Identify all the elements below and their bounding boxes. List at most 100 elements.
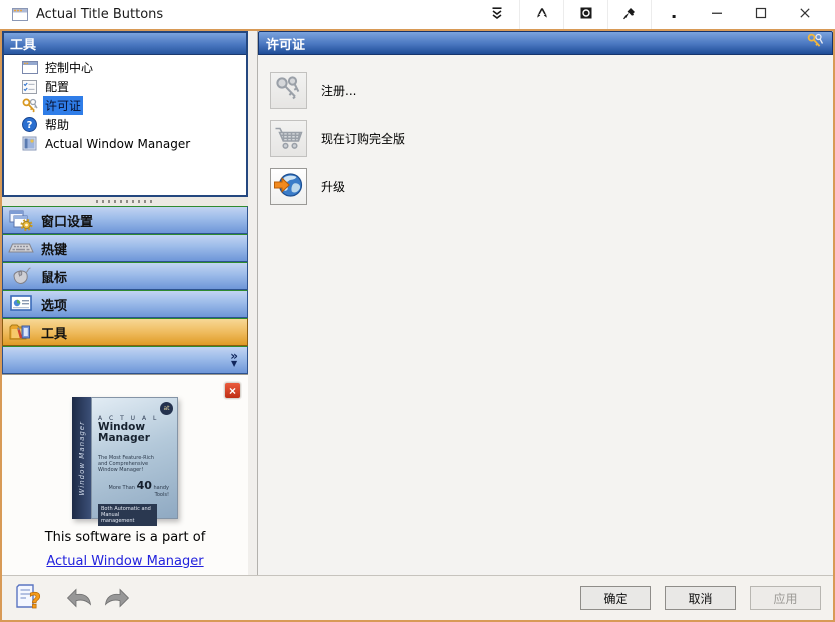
checklist-icon: [21, 80, 38, 94]
globe-upgrade-icon: [273, 169, 305, 204]
accordion-label: 选项: [41, 295, 67, 314]
panel-divider: [248, 31, 258, 575]
order-button[interactable]: [270, 120, 307, 157]
close-x-icon: ×: [229, 384, 236, 398]
app-window: Actual Title Buttons: [0, 0, 835, 622]
accordion-more-button[interactable]: » ▼: [2, 346, 248, 374]
close-button[interactable]: [783, 0, 827, 29]
mouse-icon: [8, 266, 34, 286]
maximize-button[interactable]: [739, 0, 783, 29]
minimize-alt-button[interactable]: [519, 0, 563, 29]
tree-item-awm[interactable]: Actual Window Manager: [4, 134, 246, 153]
awm-box-icon: [21, 136, 38, 151]
box-tagline3: Both Automatic and Manual management: [98, 504, 157, 526]
cart-gray-icon: [273, 123, 305, 155]
maximize-icon: [755, 7, 767, 22]
options-icon: [8, 295, 34, 313]
accordion-hotkeys[interactable]: 热键: [2, 234, 248, 262]
license-item-order: 现在订购完全版: [270, 120, 833, 157]
window-icon: [21, 61, 38, 75]
accordion-label: 工具: [41, 323, 67, 342]
help-icon: ?: [21, 117, 38, 132]
license-item-register: 注册...: [270, 72, 833, 109]
awm-link[interactable]: Actual Window Manager: [46, 554, 203, 569]
license-header: 许可证: [258, 31, 833, 55]
awm-box-image: Window Manager at A C T U A L Window Man…: [72, 397, 178, 519]
accordion-window-settings[interactable]: 窗口设置: [2, 206, 248, 234]
keys-icon: [807, 33, 824, 53]
ghost-button[interactable]: [563, 0, 607, 29]
panel-splitter[interactable]: [2, 197, 248, 206]
undo-arrow-icon: [64, 586, 94, 611]
tree-item-license[interactable]: 许可证: [4, 96, 246, 115]
dot-icon: [667, 6, 681, 23]
window-title: Actual Title Buttons: [36, 7, 163, 22]
redo-button[interactable]: [102, 586, 132, 611]
box-tagline1: The Most Feature-Rich and Comprehensive …: [98, 455, 163, 473]
license-header-title: 许可证: [266, 34, 305, 53]
notes-help-icon: ?: [12, 583, 44, 614]
license-item-label: 升级: [321, 178, 345, 195]
ghost-icon: [579, 6, 593, 23]
box-spine: Window Manager: [72, 397, 91, 519]
window-settings-icon: [8, 210, 34, 231]
spread-arrows-icon: [535, 6, 549, 23]
tree-item-label: 配置: [43, 77, 71, 96]
accordion-label: 窗口设置: [41, 211, 93, 230]
tools-panel-header: 工具: [4, 33, 246, 55]
license-panel: 许可证 注册... 现在订购完全版: [258, 31, 833, 575]
titlebar-buttons: [475, 0, 827, 29]
accordion-mouse[interactable]: 鼠标: [2, 262, 248, 290]
min-to-dot-button[interactable]: [651, 0, 695, 29]
close-icon: [799, 7, 811, 22]
undo-button[interactable]: [64, 586, 94, 611]
stay-on-top-button[interactable]: [607, 0, 651, 29]
upgrade-button[interactable]: [270, 168, 307, 205]
splitter-grip-dots: [96, 200, 154, 203]
tree-item-label: 控制中心: [43, 58, 95, 77]
box-tagline2: More Than 40 handy Tools!: [98, 479, 172, 498]
pin-icon: [622, 6, 637, 23]
redo-arrow-icon: [102, 586, 132, 611]
license-item-label: 注册...: [321, 82, 356, 99]
sidebar: 工具 控制中心 配置 许可证 ?: [2, 31, 248, 575]
keys-icon: [21, 98, 38, 113]
footer-bar: ? 确定 取消 应用: [2, 575, 833, 620]
dialog-buttons: 确定 取消 应用: [580, 586, 821, 610]
accordion-tools[interactable]: 工具: [2, 318, 248, 346]
promo-panel: × Window Manager at A C T U A L Window M…: [2, 374, 248, 575]
box-product-text: Window Manager: [98, 422, 172, 444]
tree-item-control-center[interactable]: 控制中心: [4, 58, 246, 77]
register-button[interactable]: [270, 72, 307, 109]
main-body: 工具 控制中心 配置 许可证 ?: [2, 31, 833, 575]
box-front: at A C T U A L Window Manager The Most F…: [91, 397, 178, 519]
minimize-button[interactable]: [695, 0, 739, 29]
app-icon: [12, 8, 28, 21]
tools-tree: 控制中心 配置 许可证 ? 帮助: [4, 55, 246, 195]
cancel-button[interactable]: 取消: [665, 586, 736, 610]
minimize-icon: [711, 7, 723, 22]
accordion-label: 热键: [41, 239, 67, 258]
accordion-label: 鼠标: [41, 267, 67, 286]
tree-item-configuration[interactable]: 配置: [4, 77, 246, 96]
tools-tree-panel: 工具 控制中心 配置 许可证 ?: [2, 31, 248, 197]
accordion-options[interactable]: 选项: [2, 290, 248, 318]
keyboard-icon: [8, 240, 34, 256]
ok-button[interactable]: 确定: [580, 586, 651, 610]
tools-icon: [8, 322, 34, 342]
license-item-upgrade: 升级: [270, 168, 833, 205]
roll-up-icon: [490, 6, 504, 23]
promo-caption: This software is a part of: [2, 530, 248, 545]
roll-up-button[interactable]: [475, 0, 519, 29]
keys-gray-icon: [274, 74, 304, 107]
apply-button[interactable]: 应用: [750, 586, 821, 610]
promo-close-button[interactable]: ×: [224, 382, 241, 399]
svg-text:?: ?: [27, 120, 33, 131]
tree-item-label-selected: 许可证: [43, 96, 83, 115]
tree-item-label: 帮助: [43, 115, 71, 134]
tree-item-label: Actual Window Manager: [43, 136, 192, 152]
tree-item-help[interactable]: ? 帮助: [4, 115, 246, 134]
svg-text:?: ?: [29, 589, 41, 611]
help-notes-button[interactable]: ?: [12, 583, 44, 614]
more-chevron-icon: » ▼: [230, 352, 238, 368]
